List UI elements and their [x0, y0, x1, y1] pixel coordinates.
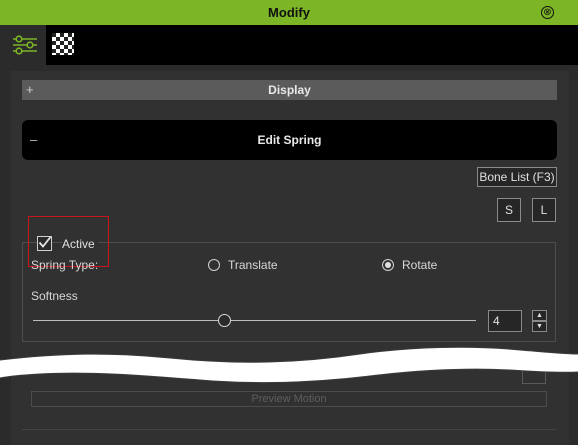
- rotate-radio-selected-dot: [385, 262, 391, 268]
- divider: [22, 429, 556, 430]
- softness-label: Softness: [31, 289, 78, 303]
- softness-slider-track[interactable]: [33, 320, 476, 321]
- softness-slider-thumb[interactable]: [218, 314, 231, 327]
- edit-spring-section-label: Edit Spring: [257, 133, 322, 147]
- torn-edge-overlay: [0, 346, 578, 384]
- softness-spinner[interactable]: ▲ ▼: [532, 310, 547, 332]
- window-title: Modify: [268, 5, 310, 20]
- translate-radio-label[interactable]: Translate: [228, 257, 278, 273]
- tab-modify[interactable]: [0, 25, 46, 65]
- display-section-label: Display: [268, 83, 311, 97]
- save-button[interactable]: S: [497, 198, 521, 222]
- sliders-icon: [13, 35, 37, 55]
- translate-radio[interactable]: [208, 259, 220, 271]
- tab-bar: [0, 25, 578, 65]
- close-icon[interactable]: ⊗: [541, 6, 554, 19]
- bone-list-button[interactable]: Bone List (F3): [477, 167, 557, 187]
- rotate-radio-label[interactable]: Rotate: [402, 257, 437, 273]
- checker-icon: [52, 33, 74, 55]
- spring-type-label: Spring Type:: [31, 258, 99, 272]
- spin-down-icon[interactable]: ▼: [532, 321, 547, 332]
- load-button[interactable]: L: [532, 198, 556, 222]
- softness-value-input[interactable]: 4: [488, 310, 522, 332]
- tab-texture[interactable]: [52, 33, 74, 55]
- spin-up-icon[interactable]: ▲: [532, 310, 547, 321]
